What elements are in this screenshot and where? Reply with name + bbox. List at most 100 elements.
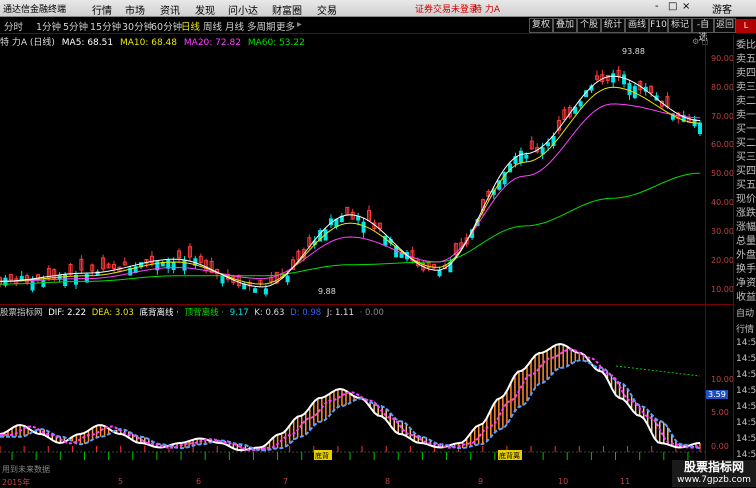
btn-stock[interactable]: 个股 [577,18,601,33]
indicator-axis: 10.00 5.00 0.00 3.59 [705,305,734,477]
tab-intraday[interactable]: 分时 [4,19,23,33]
tab-30min[interactable]: 30分钟 [122,19,153,33]
side-panel-label: 委比 [736,40,756,51]
btn-restore-rights[interactable]: 复权 [529,18,553,33]
side-panel-time[interactable]: 自动 [736,306,756,319]
candle-body [524,154,529,159]
candle-body [611,73,616,83]
side-panel-time: 14:5 [736,386,756,396]
ma10-line [0,86,701,285]
btn-back[interactable]: 返回 [714,18,736,33]
date-tick: 8 [385,477,391,486]
candle-body [253,288,258,293]
axis-tick: 90.00 [711,54,734,63]
low-price-label: 9.88 [318,287,336,296]
tab-60min[interactable]: 60分钟 [151,19,182,33]
side-panel-label: 卖四 [736,68,756,79]
menu-wealth[interactable]: 财富圈 [272,2,302,17]
btn-f10[interactable]: F10 [649,18,668,33]
side-panel-time: 14:5 [736,418,756,428]
candle-body [361,221,366,233]
btn-mark[interactable]: 标记 [668,18,692,33]
side-panel-time: 14:5 [736,434,756,444]
axis-tick: 20.00 [711,256,734,265]
tab-daily[interactable]: 日线 [181,19,200,33]
side-panel-label: 外盘 [736,250,756,261]
login-warning[interactable]: 证券交易未登录 [415,2,478,15]
side-panel-label: 买三 [736,152,756,163]
axis-tick: 0.00 [711,442,729,451]
candle-body [285,275,290,283]
menu-trade[interactable]: 交易 [317,2,337,17]
dif-value: DIF: 2.22 [48,308,86,318]
btn-add-favorite[interactable]: -自选 [692,18,714,43]
candle-body [166,259,171,269]
more-arrow-icon[interactable]: ▸ [297,19,302,30]
side-panel-label: 总量 [736,236,756,247]
tab-15min[interactable]: 15分钟 [90,19,121,33]
side-panel-label: 买一 [736,124,756,135]
tab-weekly[interactable]: 周线 [203,19,222,33]
axis-tick: 5.00 [711,408,729,417]
candle-body [540,147,545,155]
candle-body [263,288,268,295]
dea-line [0,359,701,452]
divergence-label-1: 底背 [315,451,329,460]
ma5-value: MA5: 68.51 [61,38,114,48]
close-icon[interactable]: × [682,1,690,12]
date-tick: 2015年 [2,478,31,487]
user-label[interactable]: 游客 [712,1,732,16]
side-panel-label: 卖三 [736,82,756,93]
ma20-value: MA20: 72.82 [183,38,241,48]
divergence-label-2: 底背离 [499,451,520,460]
candle-body [182,259,187,271]
btn-stats[interactable]: 统计 [601,18,625,33]
menu-market[interactable]: 市场 [125,2,145,17]
ma5-line [0,75,701,288]
candle-body [356,216,361,221]
axis-tick: 30.00 [711,227,734,236]
candle-body [399,252,404,258]
tab-5min[interactable]: 5分钟 [63,19,88,33]
menu-news[interactable]: 资讯 [160,2,180,17]
menu-ask[interactable]: 问小达 [228,2,258,17]
btn-overlay[interactable]: 叠加 [553,18,577,33]
indicator-chart[interactable]: 底背 底背离 用到未来数据 [0,318,705,476]
tab-1min[interactable]: 1分钟 [36,19,61,33]
candle-body [546,142,551,147]
side-panel-label: 换手 [736,264,756,275]
tab-monthly[interactable]: 月线 [225,19,244,33]
quote-side-panel: L 委比 卖五 卖四 卖三 卖二 卖一 买一 买二 买三 买四 买五 现价 涨跌 涨幅 总量 外盘 换手 净资 收益… [733,19,756,487]
side-panel-time: 14:5 [736,354,756,364]
side-panel-label: 买五 [736,180,756,191]
side-panel-label: 涨幅 [736,222,756,233]
candle-body [437,270,442,277]
date-tick: 7 [283,477,289,486]
candle-body [41,280,46,287]
date-tick: 9 [478,477,484,486]
menu-discover[interactable]: 发现 [195,2,215,17]
axis-tick: 10.00 [711,375,734,384]
minimize-icon[interactable]: - [655,1,659,12]
maximize-icon[interactable]: □ [668,1,677,12]
btn-draw[interactable]: 画线 [625,18,649,33]
candle-body [622,74,627,85]
menu-quotes[interactable]: 行情 [92,2,112,17]
tail-value: · 0.00 [359,308,384,318]
stock-period-label: 特 力A (日线) [0,38,55,48]
watermark-title: 股票指标网 [683,460,744,474]
axis-tick: 10.00 [711,285,734,294]
level-badge-icon[interactable]: L [736,19,756,33]
price-chart[interactable]: 93.88 9.88 [0,48,705,304]
date-tick: 10 [558,477,569,486]
tab-multi-period[interactable]: 多周期 [247,19,276,33]
ma20-line [0,103,701,282]
current-value-box: 3.59 [706,390,728,399]
side-panel-time: 14:5 [736,402,756,412]
candle-body [220,275,225,284]
tab-more[interactable]: 更多 [276,19,295,33]
watermark: 股票指标网 www.7gpzb.com [672,460,756,487]
side-panel-time: 行情 [736,325,755,335]
pane-divider[interactable] [0,304,733,305]
side-panel-label: 涨跌 [736,208,756,219]
